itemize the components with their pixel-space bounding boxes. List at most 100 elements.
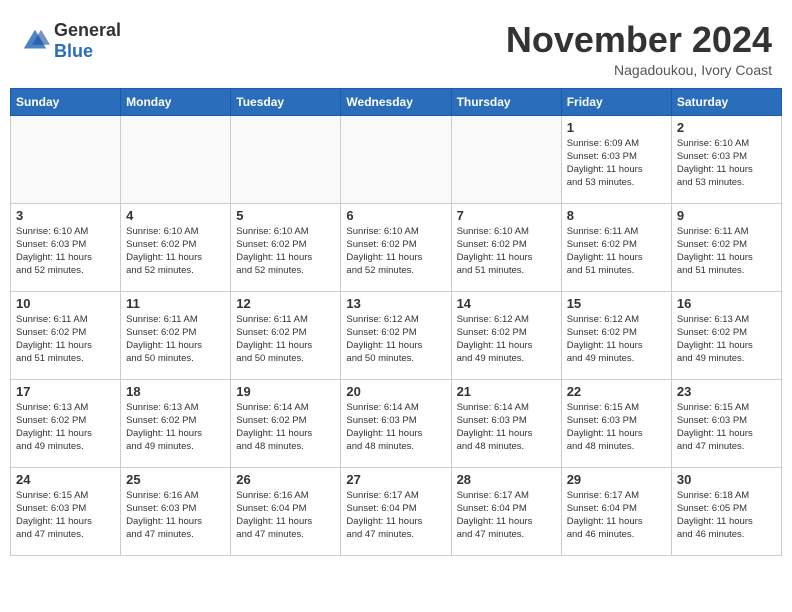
day-number: 21 [457,384,556,399]
day-info: Sunrise: 6:14 AM Sunset: 6:03 PM Dayligh… [457,401,556,454]
weekday-header-row: SundayMondayTuesdayWednesdayThursdayFrid… [11,88,782,115]
day-info: Sunrise: 6:15 AM Sunset: 6:03 PM Dayligh… [677,401,776,454]
day-number: 10 [16,296,115,311]
calendar-day-29: 29 Sunrise: 6:17 AM Sunset: 6:04 PM Dayli… [561,467,671,555]
day-number: 30 [677,472,776,487]
day-number: 18 [126,384,225,399]
calendar-day-25: 25 Sunrise: 6:16 AM Sunset: 6:03 PM Dayli… [121,467,231,555]
calendar-week-row: 17 Sunrise: 6:13 AM Sunset: 6:02 PM Dayli… [11,379,782,467]
calendar-day-19: 19Sunrise: 6:14 AM Sunset: 6:02 PM Dayli… [231,379,341,467]
calendar-day-17: 17 Sunrise: 6:13 AM Sunset: 6:02 PM Dayli… [11,379,121,467]
calendar-day-14: 14 Sunrise: 6:12 AM Sunset: 6:02 PM Dayli… [451,291,561,379]
day-info: Sunrise: 6:16 AM Sunset: 6:04 PM Dayligh… [236,489,335,542]
day-number: 16 [677,296,776,311]
calendar-day-empty [341,115,451,203]
day-info: Sunrise: 6:10 AM Sunset: 6:02 PM Dayligh… [126,225,225,278]
calendar-day-8: 8Sunrise: 6:11 AM Sunset: 6:02 PM Daylig… [561,203,671,291]
calendar-day-12: 12 Sunrise: 6:11 AM Sunset: 6:02 PM Dayli… [231,291,341,379]
calendar-day-28: 28 Sunrise: 6:17 AM Sunset: 6:04 PM Dayli… [451,467,561,555]
day-number: 4 [126,208,225,223]
weekday-header-saturday: Saturday [671,88,781,115]
day-number: 24 [16,472,115,487]
calendar-day-6: 6Sunrise: 6:10 AM Sunset: 6:02 PM Daylig… [341,203,451,291]
day-number: 20 [346,384,445,399]
calendar-day-21: 21 Sunrise: 6:14 AM Sunset: 6:03 PM Dayli… [451,379,561,467]
calendar-day-empty [121,115,231,203]
day-number: 6 [346,208,445,223]
calendar-day-16: 16 Sunrise: 6:13 AM Sunset: 6:02 PM Dayli… [671,291,781,379]
logo-blue: Blue [54,41,121,62]
day-number: 11 [126,296,225,311]
day-info: Sunrise: 6:14 AM Sunset: 6:03 PM Dayligh… [346,401,445,454]
calendar-week-row: 24 Sunrise: 6:15 AM Sunset: 6:03 PM Dayli… [11,467,782,555]
day-info: Sunrise: 6:10 AM Sunset: 6:03 PM Dayligh… [677,137,776,190]
day-info: Sunrise: 6:17 AM Sunset: 6:04 PM Dayligh… [567,489,666,542]
calendar-day-3: 3 Sunrise: 6:10 AM Sunset: 6:03 PM Daylig… [11,203,121,291]
day-info: Sunrise: 6:16 AM Sunset: 6:03 PM Dayligh… [126,489,225,542]
logo: General Blue [20,20,121,62]
calendar-day-24: 24 Sunrise: 6:15 AM Sunset: 6:03 PM Dayli… [11,467,121,555]
calendar-day-empty [451,115,561,203]
day-number: 12 [236,296,335,311]
day-info: Sunrise: 6:11 AM Sunset: 6:02 PM Dayligh… [677,225,776,278]
calendar-day-7: 7 Sunrise: 6:10 AM Sunset: 6:02 PM Daylig… [451,203,561,291]
day-info: Sunrise: 6:13 AM Sunset: 6:02 PM Dayligh… [677,313,776,366]
title-area: November 2024 Nagadoukou, Ivory Coast [506,20,772,78]
day-info: Sunrise: 6:15 AM Sunset: 6:03 PM Dayligh… [567,401,666,454]
month-year-title: November 2024 [506,20,772,60]
weekday-header-friday: Friday [561,88,671,115]
day-number: 28 [457,472,556,487]
page-header: General Blue November 2024 Nagadoukou, I… [10,10,782,83]
day-number: 7 [457,208,556,223]
day-number: 15 [567,296,666,311]
day-number: 9 [677,208,776,223]
calendar-day-9: 9 Sunrise: 6:11 AM Sunset: 6:02 PM Daylig… [671,203,781,291]
day-info: Sunrise: 6:11 AM Sunset: 6:02 PM Dayligh… [126,313,225,366]
day-info: Sunrise: 6:13 AM Sunset: 6:02 PM Dayligh… [16,401,115,454]
day-number: 17 [16,384,115,399]
calendar-day-22: 22 Sunrise: 6:15 AM Sunset: 6:03 PM Dayli… [561,379,671,467]
day-number: 14 [457,296,556,311]
calendar-table: SundayMondayTuesdayWednesdayThursdayFrid… [10,88,782,556]
logo-icon [20,26,50,56]
calendar-day-5: 5 Sunrise: 6:10 AM Sunset: 6:02 PM Daylig… [231,203,341,291]
weekday-header-monday: Monday [121,88,231,115]
calendar-day-1: 1Sunrise: 6:09 AM Sunset: 6:03 PM Daylig… [561,115,671,203]
day-number: 29 [567,472,666,487]
day-info: Sunrise: 6:14 AM Sunset: 6:02 PM Dayligh… [236,401,335,454]
calendar-day-15: 15Sunrise: 6:12 AM Sunset: 6:02 PM Dayli… [561,291,671,379]
day-number: 3 [16,208,115,223]
calendar-day-18: 18Sunrise: 6:13 AM Sunset: 6:02 PM Dayli… [121,379,231,467]
calendar-day-26: 26 Sunrise: 6:16 AM Sunset: 6:04 PM Dayli… [231,467,341,555]
calendar-day-2: 2Sunrise: 6:10 AM Sunset: 6:03 PM Daylig… [671,115,781,203]
day-info: Sunrise: 6:11 AM Sunset: 6:02 PM Dayligh… [16,313,115,366]
calendar-day-empty [11,115,121,203]
calendar-week-row: 3 Sunrise: 6:10 AM Sunset: 6:03 PM Daylig… [11,203,782,291]
weekday-header-tuesday: Tuesday [231,88,341,115]
day-info: Sunrise: 6:09 AM Sunset: 6:03 PM Dayligh… [567,137,666,190]
day-info: Sunrise: 6:11 AM Sunset: 6:02 PM Dayligh… [236,313,335,366]
day-number: 5 [236,208,335,223]
day-info: Sunrise: 6:15 AM Sunset: 6:03 PM Dayligh… [16,489,115,542]
day-info: Sunrise: 6:10 AM Sunset: 6:02 PM Dayligh… [457,225,556,278]
day-info: Sunrise: 6:17 AM Sunset: 6:04 PM Dayligh… [346,489,445,542]
weekday-header-thursday: Thursday [451,88,561,115]
weekday-header-sunday: Sunday [11,88,121,115]
logo-general: General [54,20,121,41]
day-number: 26 [236,472,335,487]
day-number: 23 [677,384,776,399]
day-info: Sunrise: 6:12 AM Sunset: 6:02 PM Dayligh… [346,313,445,366]
logo-text: General Blue [54,20,121,62]
calendar-day-4: 4 Sunrise: 6:10 AM Sunset: 6:02 PM Daylig… [121,203,231,291]
day-info: Sunrise: 6:12 AM Sunset: 6:02 PM Dayligh… [457,313,556,366]
day-info: Sunrise: 6:11 AM Sunset: 6:02 PM Dayligh… [567,225,666,278]
day-info: Sunrise: 6:10 AM Sunset: 6:03 PM Dayligh… [16,225,115,278]
day-info: Sunrise: 6:17 AM Sunset: 6:04 PM Dayligh… [457,489,556,542]
day-number: 25 [126,472,225,487]
calendar-day-23: 23 Sunrise: 6:15 AM Sunset: 6:03 PM Dayli… [671,379,781,467]
location-subtitle: Nagadoukou, Ivory Coast [506,62,772,78]
day-info: Sunrise: 6:10 AM Sunset: 6:02 PM Dayligh… [236,225,335,278]
calendar-day-empty [231,115,341,203]
day-number: 22 [567,384,666,399]
day-number: 13 [346,296,445,311]
